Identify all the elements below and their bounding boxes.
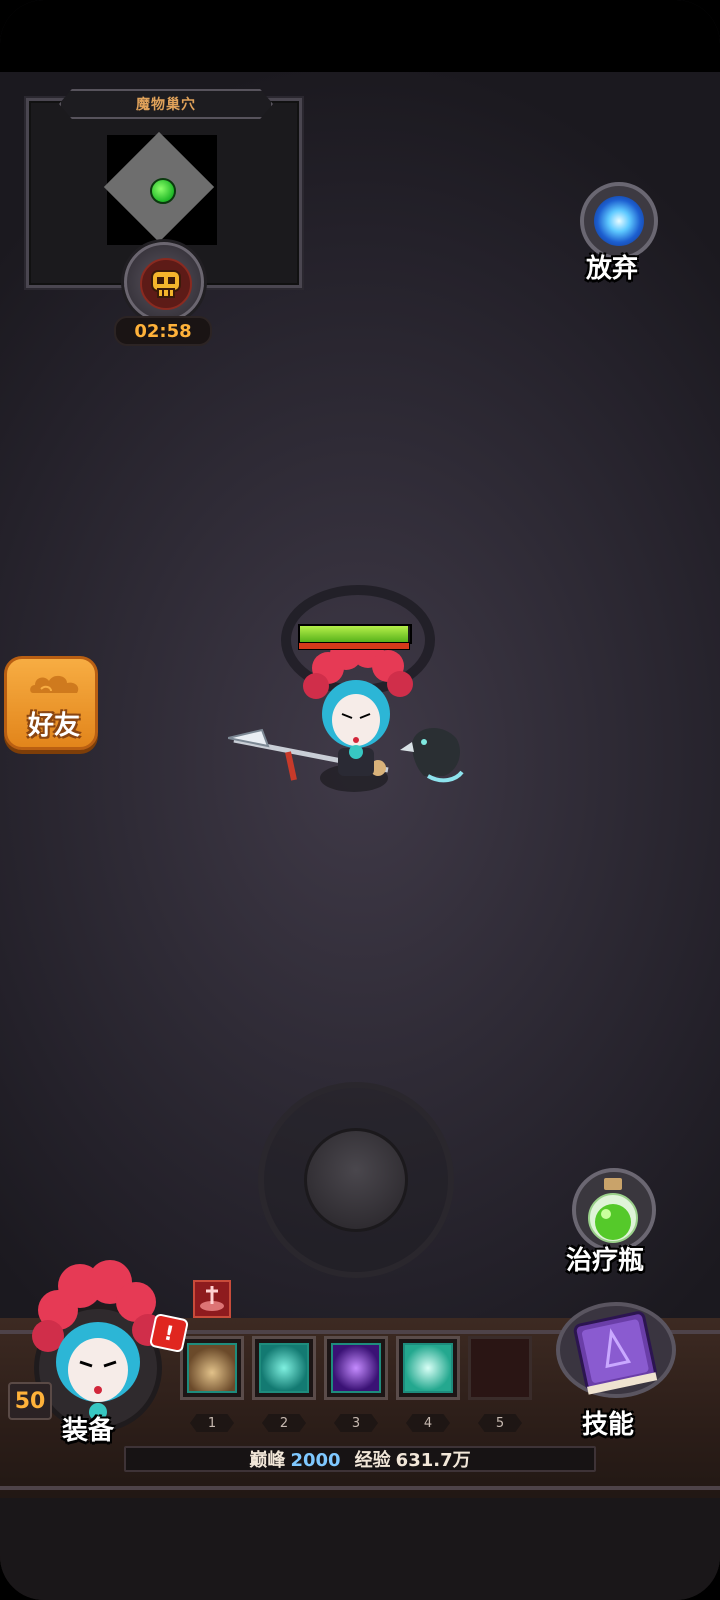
skull-icon-frame — [140, 258, 192, 310]
alert-badge: ! — [148, 1312, 190, 1354]
exp-value: 631.7万 — [395, 1450, 471, 1471]
bottom-floor — [0, 1498, 720, 1600]
equipment-label: 装备 — [62, 1416, 115, 1446]
skill-slot-number: 4 — [406, 1414, 450, 1432]
minimap-room — [103, 131, 217, 245]
cloud-icon — [30, 675, 79, 693]
skill-slot-number: 1 — [190, 1414, 234, 1432]
portal-swirl — [594, 196, 644, 246]
buff-glyph — [200, 1286, 224, 1311]
skill-slot-2[interactable] — [252, 1336, 316, 1400]
player-character — [227, 580, 488, 810]
skill-slot-4[interactable] — [396, 1336, 460, 1400]
buff-icon[interactable] — [193, 1280, 231, 1318]
earth-skill-icon — [187, 1343, 237, 1393]
player-sprite — [227, 585, 464, 792]
spirit-skill-icon — [403, 1343, 453, 1393]
skill-bar — [172, 1336, 550, 1410]
experience-bar: 巅峰 2000 经验 631.7万 — [124, 1446, 596, 1472]
skills-label: 技能 — [582, 1410, 635, 1440]
skill-slot-5[interactable] — [468, 1336, 532, 1400]
minimap-player-marker — [150, 178, 176, 204]
peak-label: 巅峰 — [249, 1450, 286, 1471]
friends-label: 好友 — [27, 711, 80, 741]
minimap-title: 魔物巢穴 — [136, 97, 196, 113]
equipment-button[interactable]: 50 ! 装备 — [8, 1252, 190, 1452]
potion-icon — [588, 1178, 638, 1243]
heal-potion-label: 治疗瓶 — [566, 1246, 645, 1276]
exp-label: 经验 — [354, 1450, 391, 1471]
friends-button[interactable]: 好友 — [4, 656, 98, 750]
heal-potion-button[interactable]: 治疗瓶 — [560, 1160, 670, 1280]
boss-skull-badge — [124, 242, 204, 322]
skills-button[interactable]: 技能 — [556, 1300, 686, 1450]
level-badge: 50 — [8, 1382, 52, 1420]
player-health-fill — [300, 626, 408, 642]
movement-joystick[interactable] — [258, 1082, 454, 1278]
game-screen: 魔物巢穴 02:58 放弃 好友 治疗瓶 1 2 3 4 5 巅峰 2000 经… — [0, 0, 720, 1600]
player-health-bar — [298, 624, 412, 644]
give-up-button[interactable]: 放弃 — [578, 182, 662, 286]
countdown-timer: 02:58 — [114, 316, 212, 346]
skill-slot-number: 2 — [262, 1414, 306, 1432]
joystick-knob[interactable] — [304, 1128, 408, 1232]
player-energy-bar — [298, 642, 410, 650]
status-bar — [0, 0, 720, 72]
peak-value: 2000 — [290, 1450, 341, 1471]
shadow-skill-icon — [331, 1343, 381, 1393]
skill-slot-1[interactable] — [180, 1336, 244, 1400]
skill-slot-number: 5 — [478, 1414, 522, 1432]
minimap-title-bar: 魔物巢穴 — [59, 89, 273, 119]
skill-slot-number: 3 — [334, 1414, 378, 1432]
wolf-skill-icon — [259, 1343, 309, 1393]
skull-icon — [151, 270, 181, 298]
spellbook-icon — [556, 1302, 676, 1398]
give-up-label: 放弃 — [586, 254, 639, 284]
skill-slot-3[interactable] — [324, 1336, 388, 1400]
